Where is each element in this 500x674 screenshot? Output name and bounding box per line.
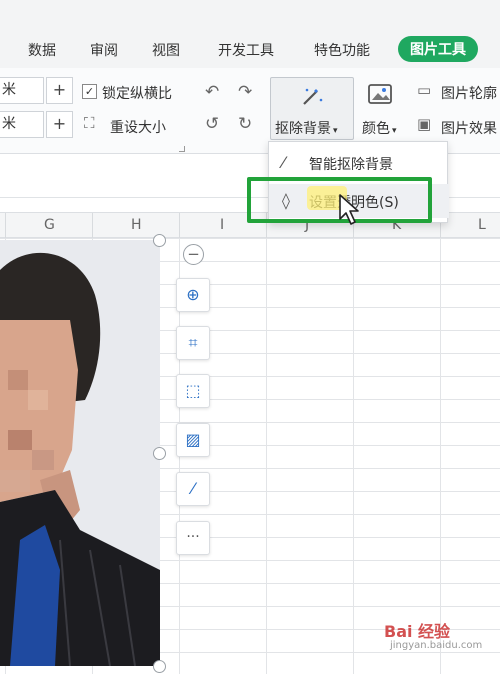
crop-icon: ⌗ <box>188 333 198 352</box>
picture-outline-icon: ▭ <box>417 81 432 99</box>
remove-background-label: 抠除背景 ▾ <box>275 121 338 137</box>
menu-item-smart-remove-background[interactable]: ⁄ 智能抠除背景 <box>269 146 449 180</box>
lock-ratio-checkbox[interactable]: ✓ <box>82 84 97 99</box>
column-header-g[interactable]: G <box>44 217 55 233</box>
remove-background-quick-button[interactable]: ⁄ <box>176 472 210 506</box>
selected-picture[interactable] <box>0 240 160 666</box>
collapse-toolbar-button[interactable]: − <box>183 244 204 265</box>
tab-special-features[interactable]: 特色功能 <box>314 40 370 60</box>
color-button[interactable]: 颜色 ▾ <box>362 118 397 138</box>
column-header-i[interactable]: I <box>220 217 224 233</box>
resize-handle-bottom-right[interactable] <box>153 660 166 673</box>
flip-right-icon[interactable]: ↻ <box>238 116 252 133</box>
rotate-right-icon[interactable]: ↷ <box>238 84 252 101</box>
rotate-left-icon[interactable]: ↶ <box>205 84 219 101</box>
crop-button[interactable]: ⌗ <box>176 326 210 360</box>
portrait-image <box>0 240 160 666</box>
height-increase-button[interactable]: + <box>46 77 73 104</box>
column-header-l[interactable]: L <box>478 217 486 233</box>
ribbon-tab-bar: 数据 审阅 视图 开发工具 特色功能 图片工具 <box>0 0 500 68</box>
zoom-in-icon: ⊕ <box>186 285 200 304</box>
reset-size-button[interactable]: 重设大小 <box>110 117 166 137</box>
magic-wand-icon <box>303 88 323 105</box>
watermark-logo: Bai 经验 <box>384 622 451 641</box>
tab-review[interactable]: 审阅 <box>90 40 118 60</box>
picture-effect-icon: ▣ <box>417 115 432 133</box>
width-input[interactable]: 米 <box>0 111 44 138</box>
select-area-button[interactable]: ⬚ <box>176 374 210 408</box>
width-increase-button[interactable]: + <box>46 111 73 138</box>
color-picture-icon <box>368 84 392 104</box>
tab-picture-tools[interactable]: 图片工具 <box>398 36 478 62</box>
mouse-cursor-icon <box>339 194 359 225</box>
smart-remove-icon: ⁄ <box>282 153 285 172</box>
watermark-url: jingyan.baidu.com <box>390 640 483 651</box>
more-button[interactable]: ··· <box>176 521 210 555</box>
zoom-in-button[interactable]: ⊕ <box>176 278 210 312</box>
height-input[interactable]: 米 <box>0 77 44 104</box>
tab-developer-tools[interactable]: 开发工具 <box>218 40 274 60</box>
reset-size-icon: ⛶ <box>84 114 95 132</box>
lock-ratio-label: 锁定纵横比 <box>102 86 172 102</box>
picture-button[interactable]: ▨ <box>176 423 210 457</box>
picture-effect-button[interactable]: 图片效果 <box>441 118 497 138</box>
tab-view[interactable]: 视图 <box>152 40 180 60</box>
picture-outline-button[interactable]: 图片轮廓 <box>441 83 497 103</box>
remove-background-button[interactable]: 抠除背景 ▾ <box>270 77 354 140</box>
resize-handle-top-right[interactable] <box>153 234 166 247</box>
tab-data[interactable]: 数据 <box>28 40 56 60</box>
resize-handle-right[interactable] <box>153 447 166 460</box>
select-area-icon: ⬚ <box>185 381 201 400</box>
magic-wand-icon: ⁄ <box>191 479 195 498</box>
column-header-h[interactable]: H <box>131 217 142 233</box>
group-launcher-icon[interactable] <box>179 146 185 152</box>
flip-left-icon[interactable]: ↺ <box>205 116 219 133</box>
picture-icon: ▨ <box>185 430 201 449</box>
